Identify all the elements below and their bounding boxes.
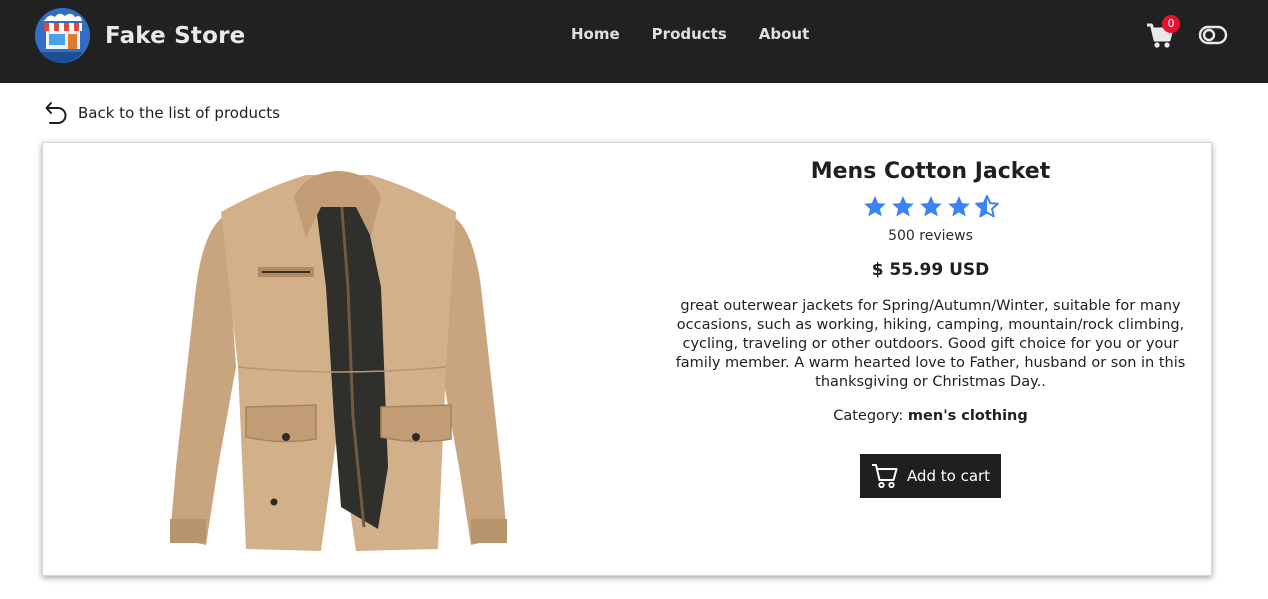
undo-arrow-icon (45, 102, 67, 124)
star-icon (947, 195, 970, 217)
star-icon (919, 195, 942, 217)
brand[interactable]: Fake Store (35, 8, 245, 63)
add-to-cart-button[interactable]: Add to cart (860, 454, 1001, 498)
rating-stars (668, 194, 1193, 220)
star-icon (863, 195, 886, 217)
product-category: Category: men's clothing (668, 408, 1193, 424)
add-to-cart-label: Add to cart (906, 467, 991, 485)
cart-button[interactable]: 0 (1146, 15, 1180, 50)
product-image (170, 171, 507, 551)
product-price: $ 55.99 USD (871, 260, 990, 280)
nav-link-about[interactable]: About (759, 24, 810, 44)
back-link-label: Back to the list of products (78, 104, 280, 122)
star-half-icon (974, 194, 999, 218)
product-info: Mens Cotton Jacket 500 reviews $ 55.99 U… (668, 143, 1193, 498)
product-card: Mens Cotton Jacket 500 reviews $ 55.99 U… (42, 142, 1212, 576)
navbar: Fake Store Home Products About 0 (0, 0, 1268, 83)
nav-link-products[interactable]: Products (652, 24, 727, 44)
product-title: Mens Cotton Jacket (810, 159, 1051, 184)
back-to-products-link[interactable]: Back to the list of products (44, 100, 280, 126)
cart-count-badge: 0 (1162, 15, 1180, 33)
category-value: men's clothing (907, 408, 1028, 424)
theme-toggle-icon[interactable] (1198, 24, 1228, 46)
category-label: Category: (833, 408, 904, 424)
nav-link-home[interactable]: Home (571, 24, 620, 44)
store-logo-icon (35, 8, 90, 63)
review-count: 500 reviews (888, 228, 973, 244)
star-icon (891, 195, 914, 217)
brand-name: Fake Store (105, 22, 246, 49)
main-nav: Home Products About (571, 24, 841, 44)
cart-outline-icon (871, 464, 898, 489)
product-description: great outerwear jackets for Spring/Autum… (675, 298, 1186, 390)
